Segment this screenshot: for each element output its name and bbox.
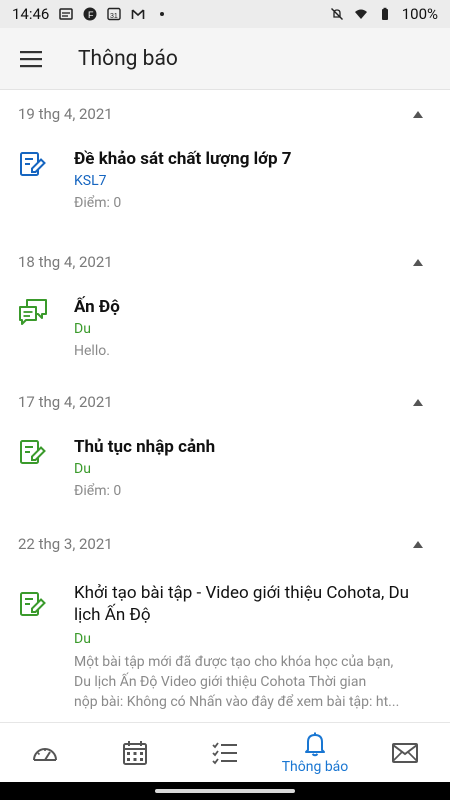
triangle-up-icon — [413, 110, 423, 118]
bottom-navigation: Thông báo — [0, 722, 450, 782]
nav-notifications[interactable]: Thông báo — [270, 723, 360, 782]
notification-item[interactable]: Đề khảo sát chất lượng lớp 7 KSL7 Điểm: … — [0, 138, 450, 238]
svg-text:31: 31 — [110, 13, 118, 20]
item-message: Hello. — [74, 343, 110, 359]
date-group: 22 thg 3, 2021 Khởi tạo bài tập - Video … — [0, 520, 450, 722]
date-group: 19 thg 4, 2021 Đề khảo sát chất lượng lớ… — [0, 90, 450, 238]
menu-button[interactable] — [0, 28, 62, 90]
item-title: Đề khảo sát chất lượng lớp 7 — [74, 149, 292, 169]
item-description-line: Du lịch Ấn Độ Video giới thiệu Cohota Th… — [74, 674, 367, 690]
notification-item[interactable]: Khởi tạo bài tập - Video giới thiệu Coho… — [0, 568, 450, 722]
svg-text:F: F — [88, 10, 94, 20]
page-title: Thông báo — [78, 46, 178, 71]
assignment-edit-icon — [20, 592, 46, 616]
bell-icon — [305, 732, 325, 756]
calendar-31-icon: 31 — [107, 7, 122, 21]
item-description-line: nộp bài: Không có Nhấn vào đây để xem bà… — [74, 694, 400, 710]
checklist-icon — [212, 741, 237, 764]
collapse-button[interactable] — [404, 248, 432, 276]
hamburger-menu-icon — [20, 50, 42, 67]
date-header: 22 thg 3, 2021 — [0, 520, 450, 568]
item-title: Thủ tục nhập cảnh — [74, 437, 216, 457]
date-header: 17 thg 4, 2021 — [0, 378, 450, 426]
chat-bubbles-icon — [19, 299, 47, 325]
item-description: Một bài tập mới đã được tạo cho khóa học… — [74, 652, 429, 712]
nav-label: Thông báo — [281, 758, 349, 775]
collapse-button[interactable] — [404, 100, 432, 128]
gmail-icon — [132, 9, 145, 19]
home-gesture-bar[interactable] — [155, 789, 295, 793]
date-label: 18 thg 4, 2021 — [18, 253, 113, 271]
notification-item[interactable]: Thủ tục nhập cảnh Du Điểm: 0 — [0, 426, 450, 520]
item-course: KSL7 — [74, 173, 107, 189]
assignment-edit-icon — [20, 440, 46, 464]
mail-icon — [392, 742, 418, 763]
date-group: 17 thg 4, 2021 Thủ tục nhập cảnh Du Điểm… — [0, 378, 450, 520]
item-course: Du — [74, 631, 91, 647]
item-meta: Điểm: 0 — [74, 195, 122, 211]
triangle-up-icon — [413, 258, 423, 266]
mute-icon — [330, 8, 343, 20]
triangle-up-icon — [413, 398, 423, 406]
dashboard-gauge-icon — [33, 747, 57, 761]
item-title: Ấn Độ — [74, 297, 120, 317]
dot-icon — [160, 12, 165, 16]
assignment-edit-icon — [20, 152, 46, 176]
nav-tasks[interactable] — [180, 723, 270, 782]
notification-item[interactable]: Ấn Độ Du Hello. — [0, 286, 450, 378]
date-group: 18 thg 4, 2021 Ấn Độ Du Hello. — [0, 238, 450, 378]
item-title: Khởi tạo bài tập - Video giới thiệu Coho… — [74, 583, 410, 625]
triangle-up-icon — [413, 540, 423, 548]
battery-icon — [381, 7, 388, 20]
collapse-button[interactable] — [404, 530, 432, 558]
nav-messages[interactable] — [360, 723, 450, 782]
wifi-icon — [354, 9, 367, 19]
system-navigation-bar — [0, 782, 450, 800]
date-header: 19 thg 4, 2021 — [0, 90, 450, 138]
nav-dashboard[interactable] — [0, 723, 90, 782]
date-label: 17 thg 4, 2021 — [18, 393, 113, 411]
calendar-icon — [123, 740, 147, 765]
date-label: 19 thg 4, 2021 — [18, 105, 113, 123]
notification-icon — [59, 8, 74, 20]
date-label: 22 thg 3, 2021 — [18, 535, 113, 553]
battery-percent: 100% — [401, 5, 438, 23]
app-bar: Thông báo — [0, 28, 450, 90]
date-header: 18 thg 4, 2021 — [0, 238, 450, 286]
item-description-line: Một bài tập mới đã được tạo cho khóa học… — [74, 654, 394, 670]
collapse-button[interactable] — [404, 388, 432, 416]
item-course: Du — [74, 321, 91, 337]
item-course: Du — [74, 461, 91, 477]
status-time: 14:46 — [12, 5, 50, 23]
nav-calendar[interactable] — [90, 723, 180, 782]
status-bar: 14:46 F 31 100% — [0, 0, 450, 28]
notification-list[interactable]: 19 thg 4, 2021 Đề khảo sát chất lượng lớ… — [0, 90, 450, 722]
item-meta: Điểm: 0 — [74, 483, 122, 499]
app-f-icon: F — [83, 7, 97, 21]
